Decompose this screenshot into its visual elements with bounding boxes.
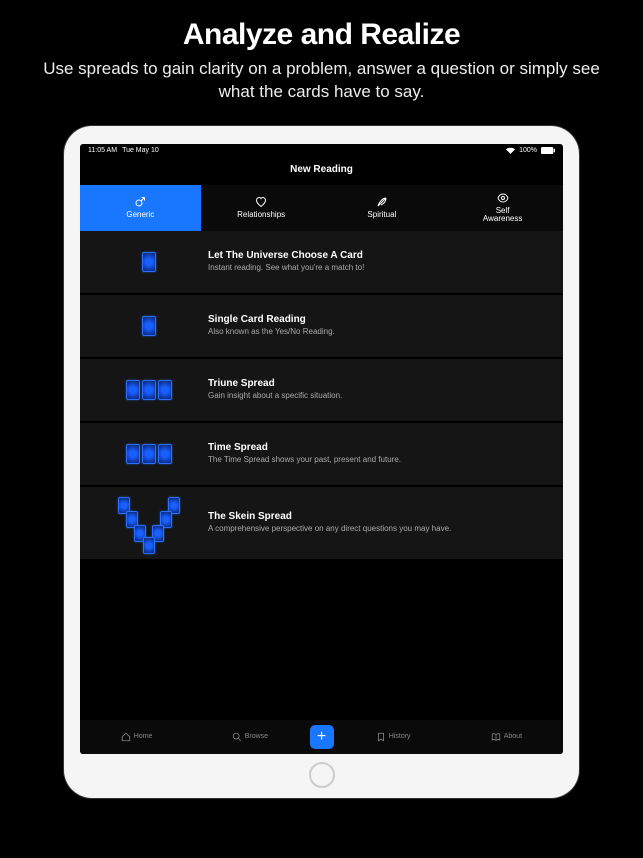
tab-label: Generic — [126, 211, 154, 220]
tarot-card-icon — [142, 252, 156, 272]
spread-visual — [94, 316, 204, 336]
bottom-nav: Home Browse + History Abo — [80, 720, 563, 754]
feather-icon — [376, 196, 388, 208]
spread-visual — [94, 380, 204, 400]
nav-browse[interactable]: Browse — [193, 732, 306, 742]
spread-item-time[interactable]: Time Spread The Time Spread shows your p… — [80, 423, 563, 485]
app-screen: 11:05 AM Tue May 10 100% New Reading Gen… — [80, 144, 563, 754]
page-subtitle: Use spreads to gain clarity on a problem… — [24, 58, 619, 104]
tab-generic[interactable]: Generic — [80, 185, 201, 231]
spread-list: Let The Universe Choose A Card Instant r… — [80, 231, 563, 720]
status-date: Tue May 10 — [122, 147, 159, 154]
nav-history[interactable]: History — [337, 732, 450, 742]
spread-item-single[interactable]: Single Card Reading Also known as the Ye… — [80, 295, 563, 357]
tarot-card-icon — [142, 380, 156, 400]
search-icon — [232, 732, 242, 742]
battery-icon — [541, 147, 555, 154]
ipad-frame: 11:05 AM Tue May 10 100% New Reading Gen… — [64, 126, 579, 798]
tarot-card-icon — [126, 444, 140, 464]
spread-title: Single Card Reading — [208, 314, 549, 325]
tarot-card-icon — [142, 444, 156, 464]
page-header: Analyze and Realize Use spreads to gain … — [0, 0, 643, 112]
tab-label: Self Awareness — [483, 207, 522, 225]
nav-home[interactable]: Home — [80, 732, 193, 742]
category-tabs: Generic Relationships Spiritual Self Awa… — [80, 185, 563, 231]
male-icon — [134, 196, 146, 208]
tarot-card-icon — [158, 380, 172, 400]
nav-add[interactable]: + — [307, 725, 337, 749]
nav-label: About — [504, 733, 522, 740]
spread-desc: Also known as the Yes/No Reading. — [208, 327, 549, 337]
spread-desc: The Time Spread shows your past, present… — [208, 455, 549, 465]
ipad-home-button — [309, 762, 335, 788]
tarot-card-icon — [143, 537, 155, 554]
spread-title: Time Spread — [208, 442, 549, 453]
nav-label: Home — [134, 733, 153, 740]
nav-label: Browse — [245, 733, 268, 740]
status-bar: 11:05 AM Tue May 10 100% — [80, 144, 563, 158]
wifi-icon — [506, 147, 515, 154]
tab-label: Spiritual — [367, 211, 396, 220]
tarot-card-icon — [142, 316, 156, 336]
page-title: Analyze and Realize — [24, 18, 619, 52]
status-time: 11:05 AM — [88, 147, 117, 154]
tarot-card-icon — [158, 444, 172, 464]
tarot-card-icon — [126, 380, 140, 400]
spread-title: Let The Universe Choose A Card — [208, 250, 549, 261]
spread-visual — [94, 497, 204, 549]
eye-icon — [497, 192, 509, 204]
spread-visual — [94, 252, 204, 272]
spread-desc: Gain insight about a specific situation. — [208, 391, 549, 401]
nav-about[interactable]: About — [450, 732, 563, 742]
heart-icon — [255, 196, 267, 208]
spread-desc: Instant reading. See what you're a match… — [208, 263, 549, 273]
tab-label: Relationships — [237, 211, 285, 220]
home-icon — [121, 732, 131, 742]
book-icon — [491, 732, 501, 742]
spread-visual — [94, 444, 204, 464]
spread-item-skein[interactable]: The Skein Spread A comprehensive perspec… — [80, 487, 563, 559]
battery-text: 100% — [519, 147, 537, 154]
spread-desc: A comprehensive perspective on any direc… — [208, 524, 549, 534]
nav-label: History — [389, 733, 411, 740]
plus-icon: + — [310, 725, 334, 749]
spread-title: The Skein Spread — [208, 511, 549, 522]
spread-item-triune[interactable]: Triune Spread Gain insight about a speci… — [80, 359, 563, 421]
tab-self-awareness[interactable]: Self Awareness — [442, 185, 563, 231]
tab-relationships[interactable]: Relationships — [201, 185, 322, 231]
nav-title: New Reading — [80, 158, 563, 185]
tab-spiritual[interactable]: Spiritual — [322, 185, 443, 231]
spread-title: Triune Spread — [208, 378, 549, 389]
spread-item-universe[interactable]: Let The Universe Choose A Card Instant r… — [80, 231, 563, 293]
bookmark-icon — [376, 732, 386, 742]
